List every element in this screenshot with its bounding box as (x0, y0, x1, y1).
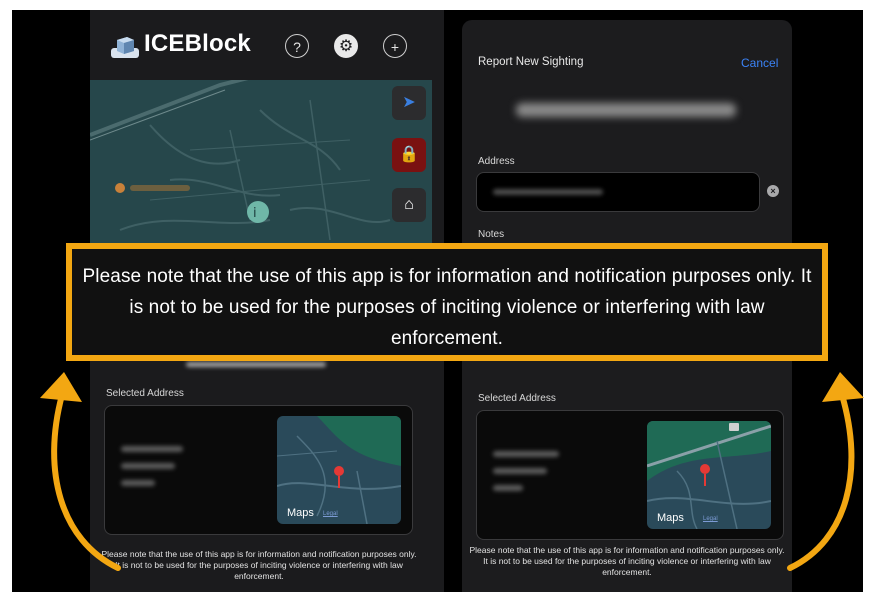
address-input[interactable] (476, 172, 760, 212)
settings-button[interactable]: ⚙ (334, 34, 358, 58)
clear-icon[interactable]: × (767, 185, 779, 197)
location-button[interactable]: ➤ (392, 86, 426, 120)
notes-label: Notes (478, 229, 505, 240)
legal-link[interactable]: Legal (703, 516, 718, 522)
home-button[interactable]: ⌂ (392, 188, 426, 222)
disclaimer-text: Please note that the use of this app is … (469, 545, 785, 577)
gear-icon: ⚙ (338, 38, 354, 55)
screenshot-stage: ICEBlock ? ⚙ + i ➤ 🔒 ⌂ Selected Address … (12, 10, 863, 592)
selected-address-card[interactable]: Maps Legal (104, 405, 413, 535)
address-label: Address (478, 156, 515, 167)
apple-maps-brand: Maps (287, 507, 314, 519)
sheet-title: Report New Sighting (478, 56, 584, 68)
blurred-date (186, 362, 326, 367)
plus-circle-icon: + (390, 39, 400, 55)
question-circle-icon: ? (293, 39, 301, 55)
blurred-address-heading (516, 103, 736, 117)
selected-address-card[interactable]: Maps Legal (476, 410, 784, 540)
location-arrow-icon: ➤ (402, 94, 416, 111)
legal-link[interactable]: Legal (323, 511, 338, 517)
map-streets-graphic: i (90, 80, 391, 241)
blurred-address-line (493, 485, 523, 491)
help-button[interactable]: ? (285, 34, 309, 58)
highlighted-notice-text: Please note that the use of this app is … (82, 266, 812, 349)
disclaimer-text: Please note that the use of this app is … (101, 549, 417, 581)
selected-address-label: Selected Address (478, 393, 556, 404)
ice-cube-logo-icon (111, 37, 139, 58)
blurred-address-line (493, 468, 547, 474)
blurred-input-value (493, 189, 603, 195)
main-map[interactable]: i ➤ 🔒 ⌂ (90, 80, 432, 255)
selected-address-label: Selected Address (106, 388, 184, 399)
blurred-address-line (121, 446, 183, 452)
blurred-address-line (493, 451, 559, 457)
svg-text:i: i (253, 206, 257, 221)
address-mini-map[interactable]: Maps Legal (647, 421, 771, 529)
lock-icon: 🔒 (399, 146, 419, 163)
highlighted-notice-box: Please note that the use of this app is … (66, 243, 828, 361)
home-icon: ⌂ (404, 196, 414, 213)
cancel-button[interactable]: Cancel (741, 56, 778, 70)
address-mini-map[interactable]: Maps Legal (277, 416, 401, 524)
lock-button[interactable]: 🔒 (392, 138, 426, 172)
blurred-address-line (121, 463, 175, 469)
app-title: ICEBlock (144, 30, 251, 57)
add-button[interactable]: + (383, 34, 407, 58)
app-header: ICEBlock ? ⚙ + (90, 10, 444, 78)
blurred-address-line (121, 480, 155, 486)
apple-maps-brand: Maps (657, 512, 684, 524)
